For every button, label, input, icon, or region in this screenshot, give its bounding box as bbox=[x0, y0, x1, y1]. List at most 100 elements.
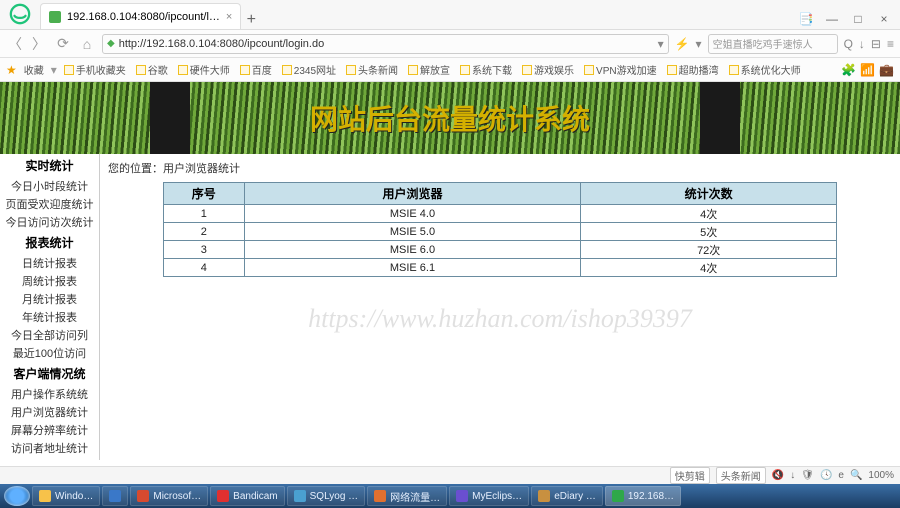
sidebar-item[interactable]: 日统计报表 bbox=[0, 254, 99, 272]
tab-close-icon[interactable]: × bbox=[226, 11, 232, 23]
bookmark-item[interactable]: 手机收藏夹 bbox=[61, 61, 129, 78]
page-viewport: 网站后台流量统计系统 实时统计今日小时段统计页面受欢迎度统计今日访问访次统计报表… bbox=[0, 82, 900, 460]
sidebar-item[interactable]: 访问者地址统计 bbox=[0, 439, 99, 457]
url-input[interactable]: ◆ http://192.168.0.104:8080/ipcount/logi… bbox=[102, 34, 669, 54]
shield-status-icon[interactable]: 🛡 bbox=[801, 470, 814, 481]
close-button[interactable]: × bbox=[872, 9, 896, 29]
extension-icon[interactable]: 🧩 bbox=[841, 63, 856, 77]
banner-title: 网站后台流量统计系统 bbox=[310, 98, 590, 138]
favorites-label[interactable]: 收藏 bbox=[21, 61, 47, 78]
bookmark-item[interactable]: 系统下载 bbox=[457, 61, 515, 78]
taskbar-item[interactable]: eDiary … bbox=[531, 486, 603, 506]
menu-icon[interactable]: ≡ bbox=[887, 37, 894, 51]
app-icon bbox=[137, 490, 149, 502]
table-cell: 5次 bbox=[581, 223, 837, 241]
bookmark-item[interactable]: 百度 bbox=[237, 61, 275, 78]
download-status-icon[interactable]: ↓ bbox=[790, 470, 795, 481]
tab-title: 192.168.0.104:8080/ipcount/l… bbox=[67, 11, 220, 23]
forward-button[interactable]: 〉 bbox=[30, 35, 48, 53]
app-icon bbox=[538, 490, 550, 502]
taskbar: Windo… Microsof…BandicamSQLyog …网络流量…MyEc… bbox=[0, 484, 900, 508]
taskbar-item[interactable]: Bandicam bbox=[210, 486, 284, 506]
table-cell: 4次 bbox=[581, 259, 837, 277]
sidebar-item[interactable]: 月统计报表 bbox=[0, 290, 99, 308]
browser-logo bbox=[0, 0, 40, 29]
search-icon[interactable]: Q bbox=[844, 37, 853, 51]
taskbar-item[interactable]: 网络流量… bbox=[367, 486, 447, 506]
app-icon bbox=[39, 490, 51, 502]
sidebar-item[interactable]: 屏幕分辨率统计 bbox=[0, 421, 99, 439]
bookmark-item[interactable]: 解放宣 bbox=[405, 61, 453, 78]
sidebar-item[interactable]: 页面受欢迎度统计 bbox=[0, 195, 99, 213]
media-icon[interactable]: 📶 bbox=[860, 63, 875, 77]
clock-icon[interactable]: 🕓 bbox=[820, 470, 832, 481]
mute-icon[interactable]: 🔇 bbox=[772, 470, 784, 481]
sidebar-item[interactable]: 周统计报表 bbox=[0, 272, 99, 290]
speed-icon[interactable]: ⚡ bbox=[675, 37, 690, 51]
new-tab-button[interactable]: + bbox=[241, 11, 261, 29]
download-icon[interactable]: ↓ bbox=[859, 37, 865, 51]
zoom-out-icon[interactable]: 🔍 bbox=[850, 470, 862, 481]
start-button[interactable] bbox=[4, 486, 30, 506]
taskbar-item[interactable]: MyEclips… bbox=[449, 486, 529, 506]
app-icon bbox=[612, 490, 624, 502]
sidebar-item[interactable]: 最近100位访问 bbox=[0, 344, 99, 362]
refresh-button[interactable]: ⟳ bbox=[54, 35, 72, 53]
window-controls: 📑 — □ × bbox=[794, 9, 900, 29]
browser-tab[interactable]: 192.168.0.104:8080/ipcount/l… × bbox=[40, 3, 241, 29]
wallet-icon[interactable]: 💼 bbox=[879, 63, 894, 77]
taskbar-item[interactable]: Microsof… bbox=[130, 486, 208, 506]
sidebar-item[interactable]: 年统计报表 bbox=[0, 308, 99, 326]
bookmark-item[interactable]: 硬件大师 bbox=[175, 61, 233, 78]
table-row: 1MSIE 4.04次 bbox=[163, 205, 836, 223]
compat-icon[interactable]: e bbox=[838, 470, 844, 481]
search-input[interactable]: 空姐直播吃鸡手速惊人 bbox=[708, 34, 838, 54]
stats-table: 序号用户浏览器统计次数 1MSIE 4.04次2MSIE 5.05次3MSIE … bbox=[163, 182, 837, 277]
bookmark-item[interactable]: 游戏娱乐 bbox=[519, 61, 577, 78]
chevron-down-icon[interactable]: ▾ bbox=[658, 37, 664, 51]
zoom-label: 100% bbox=[868, 470, 894, 481]
main-content: 您的位置：用户浏览器统计 序号用户浏览器统计次数 1MSIE 4.04次2MSI… bbox=[100, 154, 900, 460]
sidebar-item[interactable]: 用户操作系统统 bbox=[0, 385, 99, 403]
bookmark-item[interactable]: 2345网址 bbox=[279, 61, 339, 78]
home-button[interactable]: ⌂ bbox=[78, 35, 96, 53]
settings-icon[interactable]: 📑 bbox=[794, 9, 818, 29]
tab-favicon bbox=[49, 11, 61, 23]
favorites-star-icon[interactable]: ★ bbox=[6, 63, 17, 77]
bookmark-item[interactable]: VPN游戏加速 bbox=[581, 61, 660, 78]
sidebar-item[interactable]: 用户浏览器统计 bbox=[0, 403, 99, 421]
search-placeholder: 空姐直播吃鸡手速惊人 bbox=[713, 36, 813, 51]
minimize-button[interactable]: — bbox=[820, 9, 844, 29]
bookmark-item[interactable]: 系统优化大师 bbox=[726, 61, 804, 78]
sidebar-item[interactable]: 今日全部访问列 bbox=[0, 326, 99, 344]
table-cell: 3 bbox=[163, 241, 244, 259]
chevron-down-icon[interactable]: ▾ bbox=[696, 37, 702, 51]
taskbar-item[interactable] bbox=[102, 486, 128, 506]
taskbar-item[interactable]: SQLyog … bbox=[287, 486, 366, 506]
taskbar-item[interactable]: 192.168… bbox=[605, 486, 681, 506]
taskbar-item[interactable]: Windo… bbox=[32, 486, 100, 506]
sidebar-item[interactable]: 今日小时段统计 bbox=[0, 177, 99, 195]
browser-tab-bar: 192.168.0.104:8080/ipcount/l… × + 📑 — □ … bbox=[0, 0, 900, 30]
browser-status-bar: 快剪辑 头条新闻 🔇 ↓ 🛡 🕓 e 🔍 100% bbox=[0, 466, 900, 484]
back-button[interactable]: 〈 bbox=[6, 35, 24, 53]
table-row: 2MSIE 5.05次 bbox=[163, 223, 836, 241]
sidebar-group-title: 实时统计 bbox=[0, 154, 99, 177]
app-icon bbox=[217, 490, 229, 502]
chevron-down-icon[interactable]: ▾ bbox=[51, 63, 57, 77]
maximize-button[interactable]: □ bbox=[846, 9, 870, 29]
table-cell: 72次 bbox=[581, 241, 837, 259]
bookmark-item[interactable]: 超助播湾 bbox=[664, 61, 722, 78]
table-cell: 1 bbox=[163, 205, 244, 223]
sidebar-item[interactable]: 今日访问访次统计 bbox=[0, 213, 99, 231]
app-icon bbox=[374, 490, 386, 502]
app-icon bbox=[456, 490, 468, 502]
sidebar-group-title: 客户端情况统 bbox=[0, 362, 99, 385]
table-cell: MSIE 6.1 bbox=[244, 259, 581, 277]
quick-edit-button[interactable]: 快剪辑 bbox=[670, 467, 710, 484]
bookmark-item[interactable]: 头条新闻 bbox=[343, 61, 401, 78]
table-cell: 2 bbox=[163, 223, 244, 241]
headlines-button[interactable]: 头条新闻 bbox=[716, 467, 766, 484]
bookmark-item[interactable]: 谷歌 bbox=[133, 61, 171, 78]
dash-icon[interactable]: ⊟ bbox=[871, 37, 881, 51]
